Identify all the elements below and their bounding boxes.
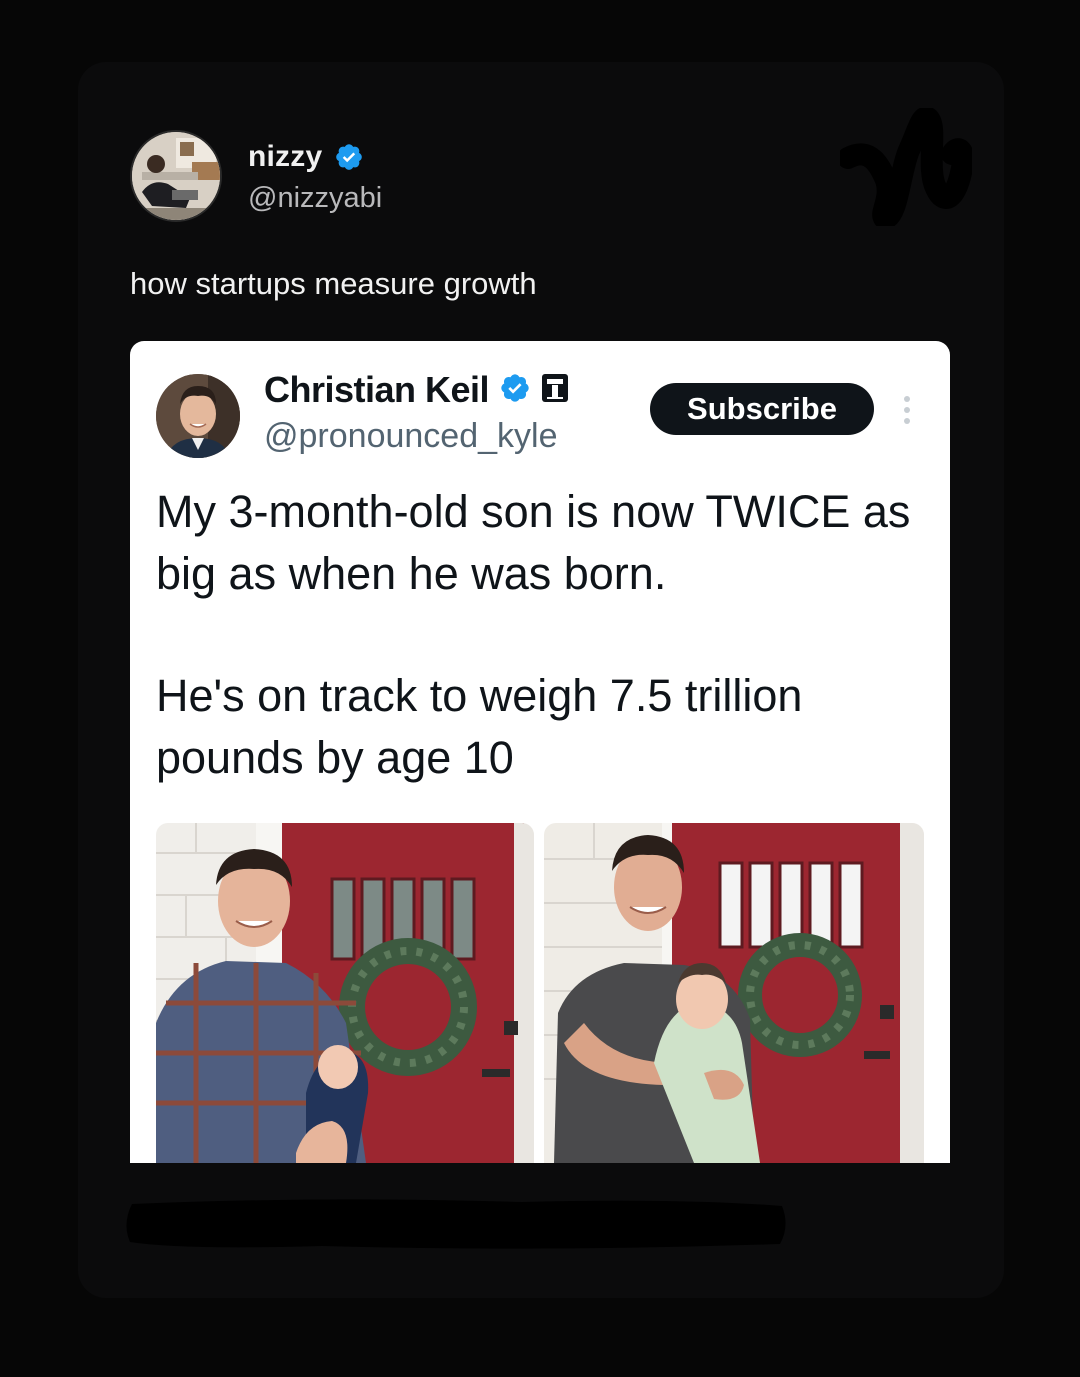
more-vertical-icon[interactable] [902, 395, 912, 425]
author-name-row: nizzy [248, 140, 364, 174]
embedded-author-avatar[interactable] [156, 374, 240, 458]
embedded-post-image[interactable]: Christian Keil @pronounced_kyle Subscrib… [130, 341, 950, 1163]
author-handle[interactable]: @nizzyabi [248, 182, 382, 215]
affiliate-badge-icon [541, 373, 569, 408]
photo-three-months[interactable] [544, 823, 924, 1163]
photo-newborn[interactable] [156, 823, 534, 1163]
redaction-scribble [126, 1199, 786, 1249]
avatar[interactable] [130, 130, 222, 222]
post-text: how startups measure growth [130, 266, 537, 301]
embedded-post-text: My 3-month-old son is now TWICE as big a… [156, 481, 926, 789]
embedded-author-name-row: Christian Keil [264, 369, 569, 411]
subscribe-button[interactable]: Subscribe [650, 383, 874, 435]
embedded-author-display-name[interactable]: Christian Keil [264, 369, 490, 411]
embedded-post-paragraph: My 3-month-old son is now TWICE as big a… [156, 486, 911, 599]
verified-badge-icon [499, 372, 531, 409]
verified-badge-icon [334, 142, 364, 172]
author-display-name[interactable]: nizzy [248, 140, 322, 174]
embedded-author-handle[interactable]: @pronounced_kyle [264, 417, 557, 456]
redaction-scribble [840, 108, 972, 226]
embedded-post-paragraph: He's on track to weigh 7.5 trillion poun… [156, 670, 803, 783]
